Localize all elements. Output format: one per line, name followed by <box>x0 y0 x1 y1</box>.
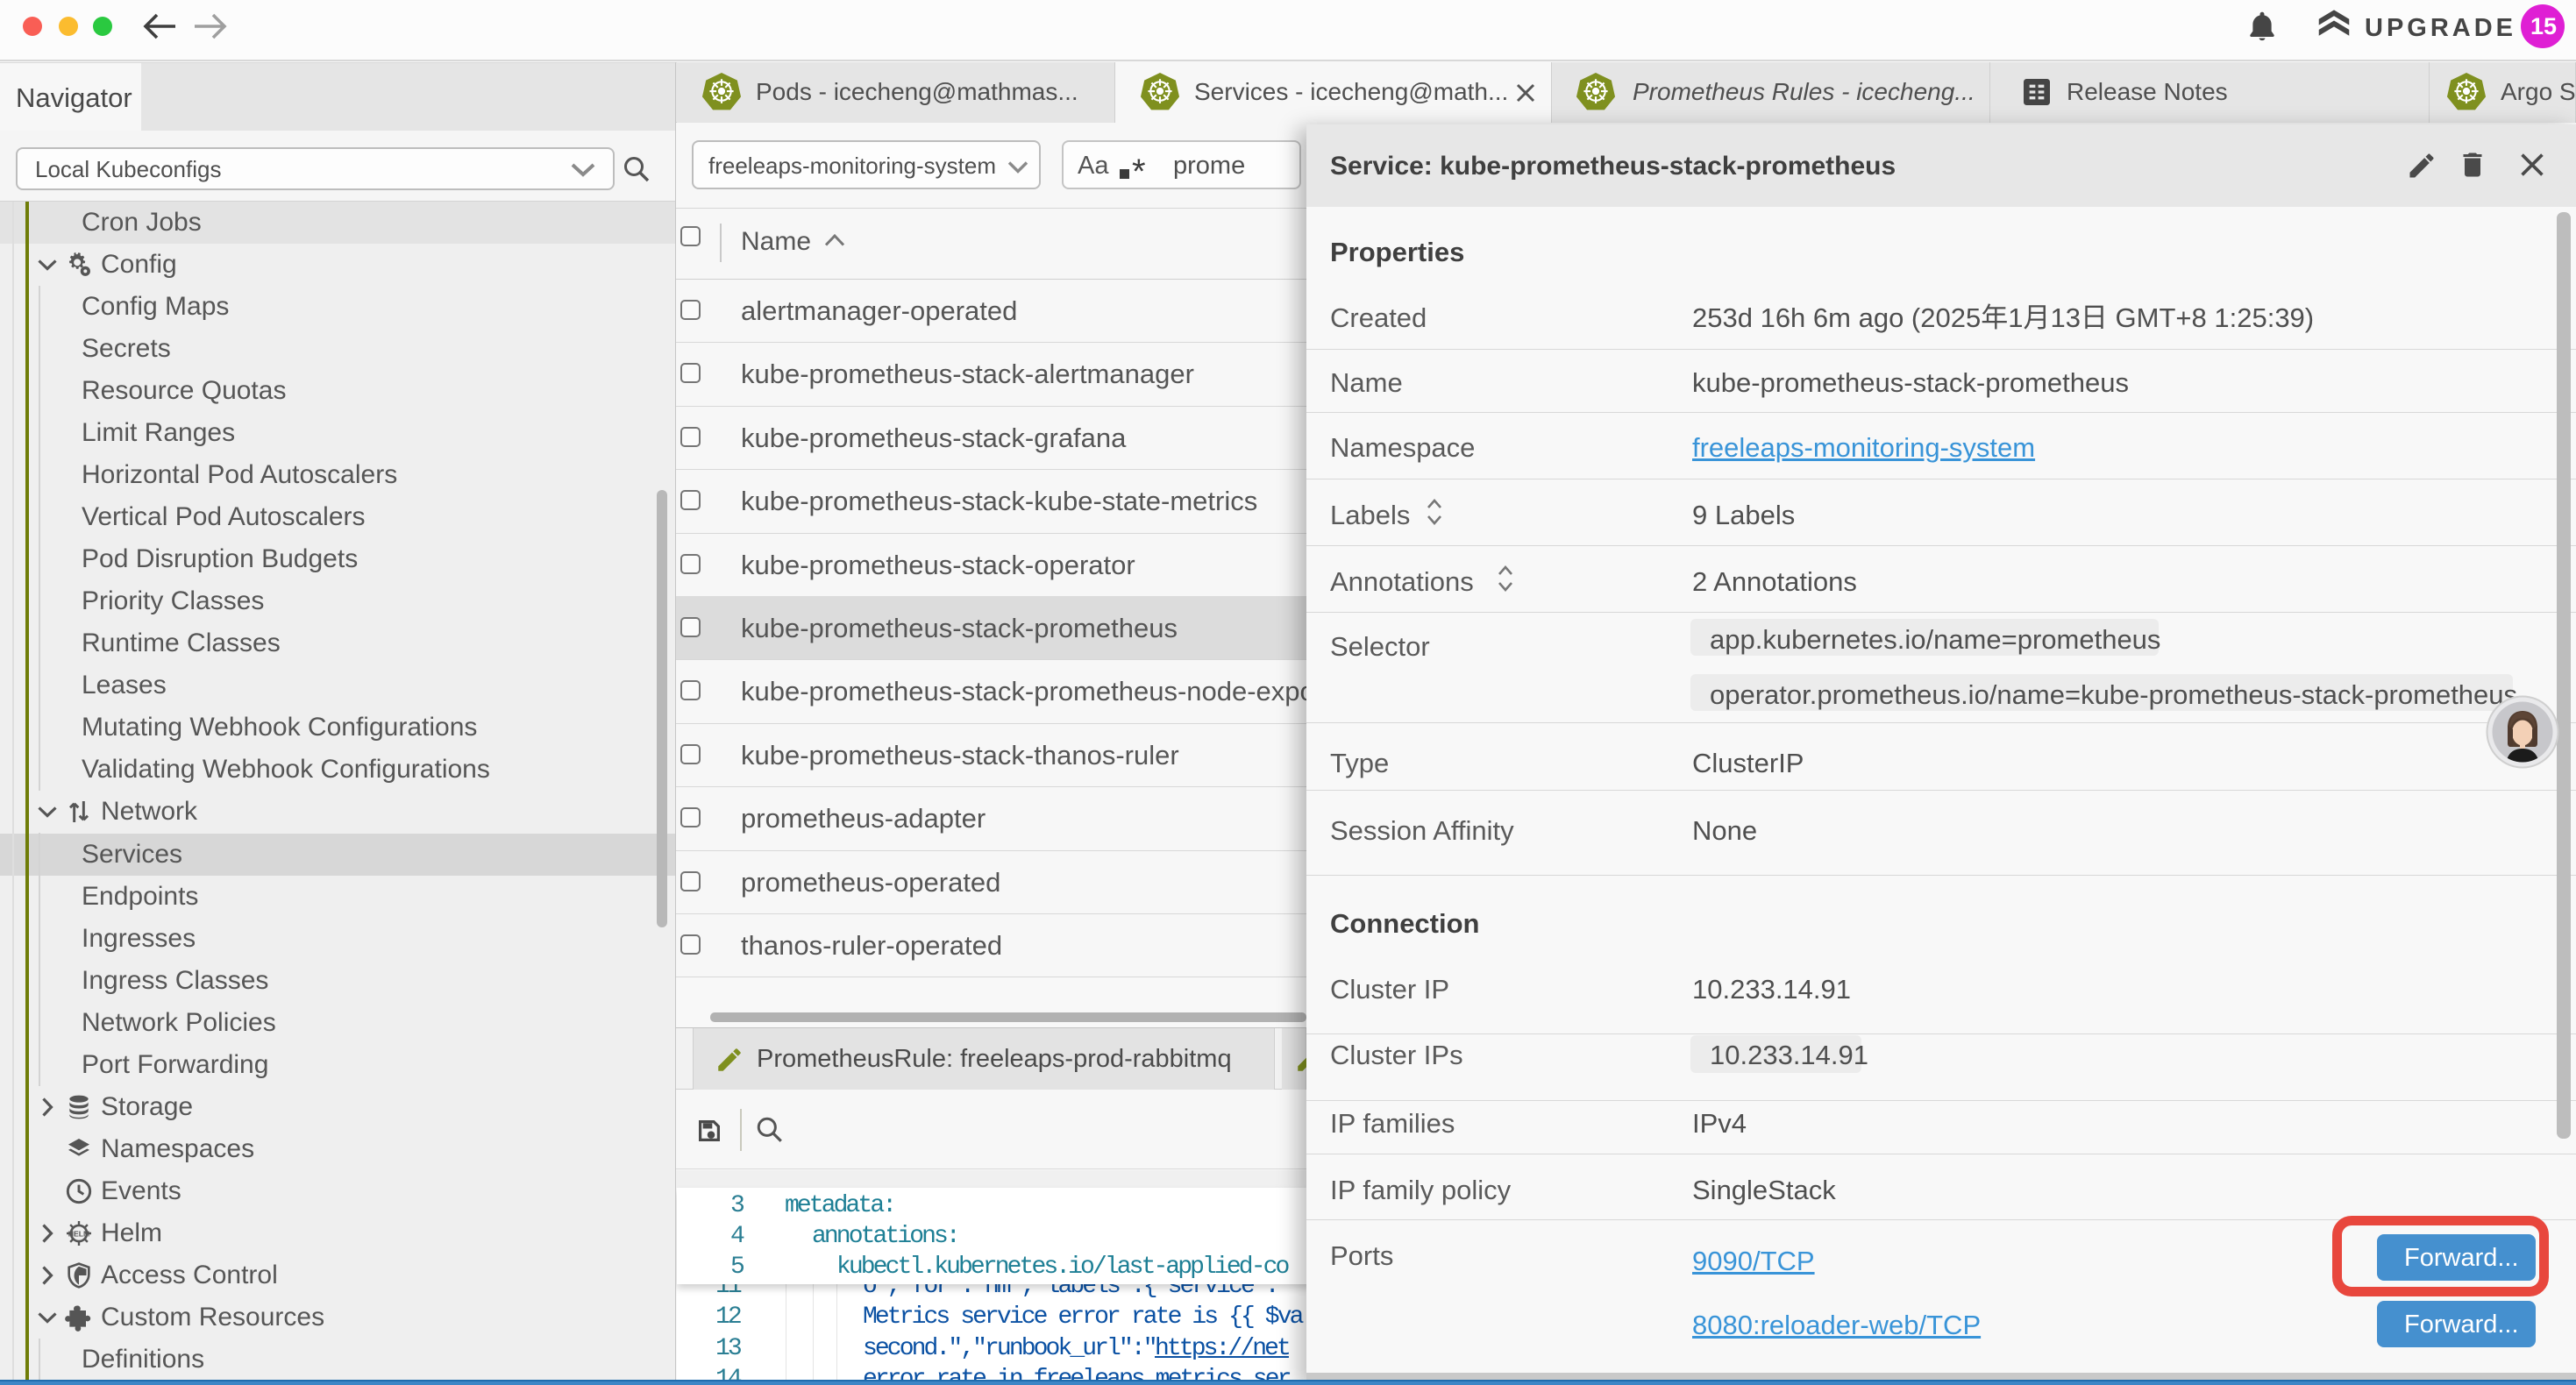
svg-text:HELM: HELM <box>68 1229 90 1238</box>
